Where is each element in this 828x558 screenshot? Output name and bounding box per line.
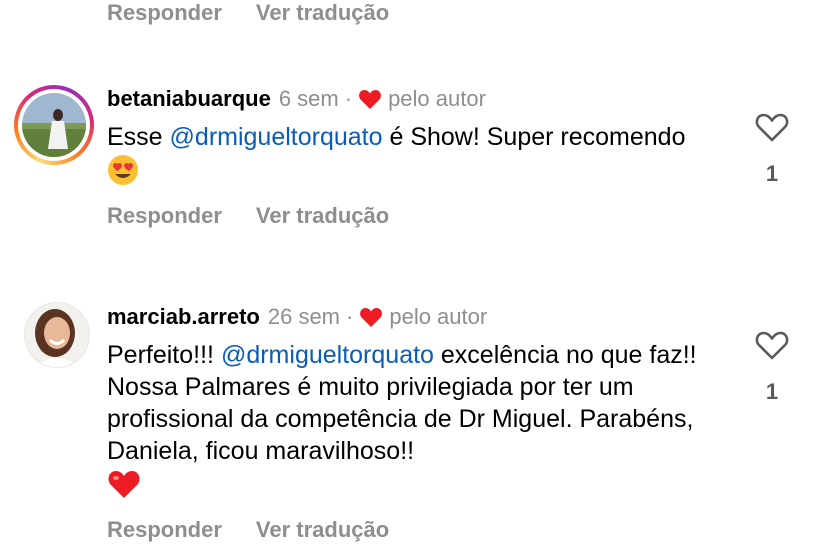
mention-link[interactable]: @drmigueltorquato	[170, 123, 383, 151]
separator-dot: ·	[346, 304, 354, 329]
reply-button[interactable]: Responder	[107, 203, 222, 229]
comment-meta: marciab.arreto 26 sem · pelo autor	[107, 304, 487, 330]
avatar[interactable]	[24, 302, 90, 368]
comment-time: 6 sem	[278, 86, 339, 111]
mention-link[interactable]: @drmigueltorquato	[221, 341, 434, 369]
heart-eyes-emoji	[108, 155, 138, 186]
comment-actions: Responder Ver tradução	[107, 517, 389, 543]
like-count: 1	[765, 379, 779, 404]
username[interactable]: marciab.arreto	[107, 304, 260, 330]
separator-dot: ·	[344, 86, 353, 111]
previous-comment-actions: Responder Ver tradução	[107, 0, 389, 26]
like-heart-icon[interactable]	[754, 329, 790, 361]
avatar-story-ring[interactable]	[14, 85, 94, 165]
translate-button[interactable]: Ver tradução	[256, 0, 389, 26]
like-heart-icon[interactable]	[754, 111, 790, 143]
liked-by-author-heart-icon	[360, 308, 383, 327]
reply-button[interactable]: Responder	[107, 0, 222, 26]
red-heart-emoji	[108, 471, 140, 499]
comment-actions: Responder Ver tradução	[107, 203, 389, 229]
liked-by-author-heart-icon	[359, 90, 381, 109]
translate-button[interactable]: Ver tradução	[256, 517, 389, 543]
avatar	[22, 93, 86, 157]
like-count: 1	[765, 161, 779, 186]
comment-meta: betaniabuarque 6 sem · pelo autor	[107, 86, 486, 112]
comment-text: Perfeito!!! @drmigueltorquato excelência…	[107, 339, 717, 500]
liked-by-author-label: pelo autor	[389, 304, 488, 329]
comment-time: 26 sem	[267, 304, 341, 329]
comment-text: Esse @drmigueltorquato é Show! Super rec…	[107, 121, 717, 186]
liked-by-author-label: pelo autor	[388, 86, 486, 111]
translate-button[interactable]: Ver tradução	[256, 203, 389, 229]
reply-button[interactable]: Responder	[107, 517, 222, 543]
username[interactable]: betaniabuarque	[107, 86, 271, 112]
